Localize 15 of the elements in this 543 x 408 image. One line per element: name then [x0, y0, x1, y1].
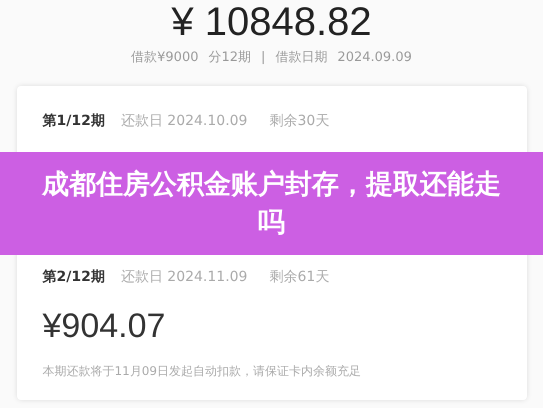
auto-debit-note: 本期还款将于11月09日发起自动扣款，请保证卡内余额充足 [42, 362, 362, 380]
summary-text: 2024.09.09 [337, 49, 412, 67]
banner-title: 成都住房公积金账户封存，提取还能走吗 [40, 168, 502, 240]
summary-text: 借款¥9000 [131, 49, 198, 67]
due-date: 还款日 2024.10.09 [120, 112, 248, 130]
period-label: 第1/12期 [42, 112, 105, 130]
due-date: 还款日 2024.11.09 [120, 268, 248, 286]
period-label: 第2/12期 [42, 268, 105, 286]
installment-amount: ¥904.07 [42, 306, 166, 346]
separator-text: | [261, 49, 266, 67]
summary-text: 分12期 [208, 49, 252, 67]
days-remaining: 剩余61天 [269, 268, 330, 286]
days-remaining: 剩余30天 [269, 112, 330, 130]
total-amount: ¥ 10848.82 [171, 0, 372, 44]
summary-text: 借款日期 [275, 49, 328, 67]
